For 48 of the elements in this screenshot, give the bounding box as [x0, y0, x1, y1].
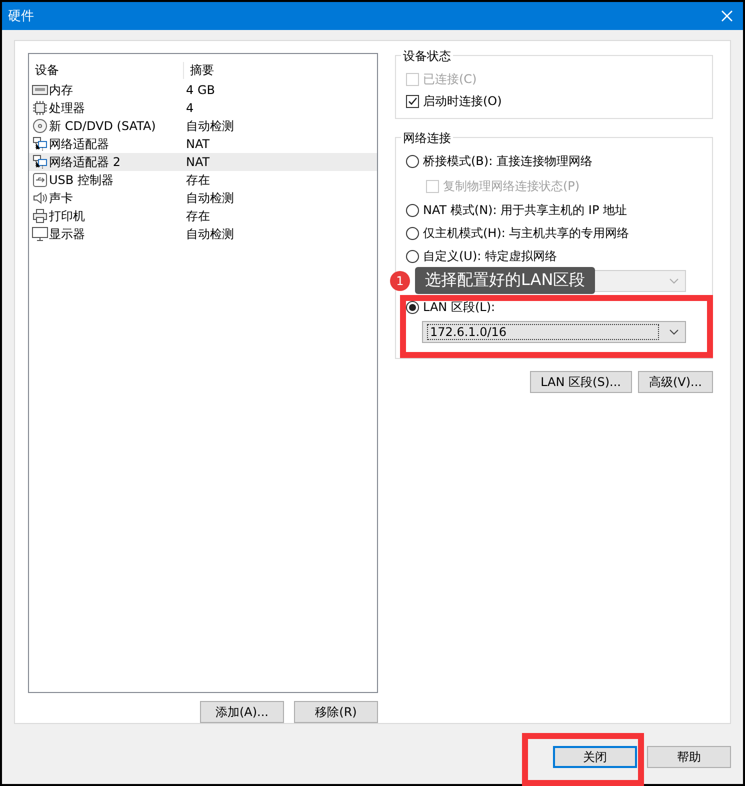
table-cell: 声卡 [49, 190, 73, 206]
table-cell: 显示器 [49, 226, 85, 242]
window-title: 硬件 [8, 8, 34, 25]
group-title: 设备状态 [401, 48, 453, 65]
table-cell: 自动检测 [186, 118, 234, 134]
column-header[interactable]: 摘要 [184, 62, 214, 78]
dropdown[interactable]: 172.6.1.0/16 [422, 321, 686, 343]
dialog-button[interactable]: 高级(V)... [638, 371, 713, 393]
tooltip: 选择配置好的LAN区段 [415, 267, 596, 294]
table-cell: 处理器 [49, 100, 85, 116]
list-row[interactable]: 打印机 存在 [29, 207, 377, 225]
table-cell: USB 控制器 [49, 172, 114, 188]
list-row[interactable]: 内存 4 GB [29, 81, 377, 99]
list-row[interactable]: 处理器 4 [29, 99, 377, 117]
dialog-button[interactable]: 帮助 [647, 746, 731, 768]
list-row[interactable]: 网络适配器 2 NAT [29, 153, 377, 171]
list-row[interactable]: USB 控制器 存在 [29, 171, 377, 189]
group-title: 网络连接 [401, 130, 453, 147]
list-row[interactable]: 网络适配器 NAT [29, 135, 377, 153]
radio-label: 仅主机模式(H): 与主机共享的专用网络 [423, 225, 630, 242]
table-cell: 存在 [186, 208, 210, 224]
dialog-button[interactable]: 移除(R) [294, 701, 378, 723]
table-cell: NAT [186, 137, 210, 151]
list-row[interactable]: 新 CD/DVD (SATA) 自动检测 [29, 117, 377, 135]
radio-label: 桥接模式(B): 直接连接物理网络 [423, 153, 592, 170]
radio-label: LAN 区段(L): [423, 299, 496, 316]
table-cell: 存在 [186, 172, 210, 188]
list-row[interactable]: 显示器 自动检测 [29, 225, 377, 243]
checkbox-label: 复制物理网络连接状态(P) [443, 178, 580, 194]
table-cell: NAT [186, 155, 210, 169]
table-cell: 内存 [49, 82, 73, 98]
checkbox-label: 启动时连接(O) [423, 92, 502, 110]
dialog-button[interactable]: 添加(A)... [200, 701, 284, 723]
table-cell: 新 CD/DVD (SATA) [49, 118, 156, 134]
dialog-button[interactable]: LAN 区段(S)... [530, 371, 632, 393]
table-cell: 自动检测 [186, 226, 234, 242]
table-cell: 4 GB [186, 83, 215, 97]
table-cell: 网络适配器 [49, 136, 109, 152]
radio-label: 自定义(U): 特定虚拟网络 [423, 248, 558, 265]
column-header[interactable]: 设备 [29, 62, 184, 78]
table-cell: 打印机 [49, 208, 85, 224]
checkbox-label: 已连接(C) [423, 70, 477, 88]
table-cell: 自动检测 [186, 190, 234, 206]
table-cell: 4 [186, 101, 194, 115]
list-row[interactable]: 声卡 自动检测 [29, 189, 377, 207]
table-cell: 网络适配器 2 [49, 154, 120, 170]
dialog-button[interactable]: 关闭 [553, 746, 637, 768]
radio-label: NAT 模式(N): 用于共享主机的 IP 地址 [423, 202, 627, 219]
